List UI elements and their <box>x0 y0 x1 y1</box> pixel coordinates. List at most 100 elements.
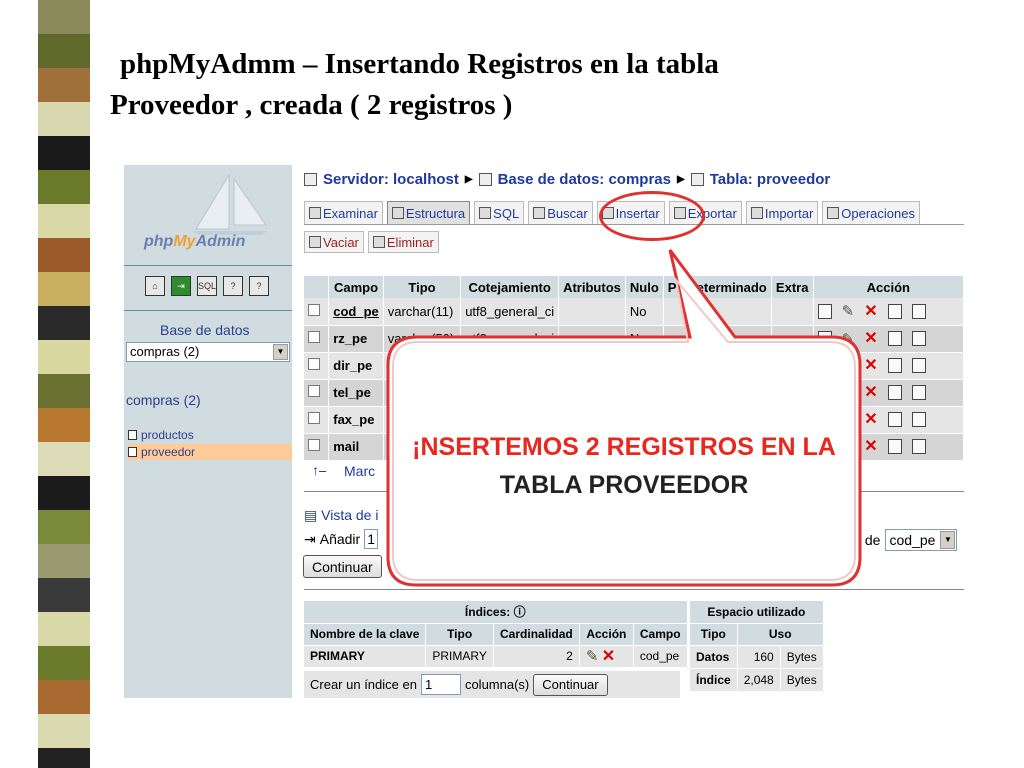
breadcrumb-table[interactable]: Tabla: proveedor <box>710 171 831 188</box>
tab-importar[interactable]: Importar <box>745 201 819 224</box>
row-checkbox[interactable] <box>308 331 320 343</box>
tab-sql[interactable]: SQL <box>474 201 525 224</box>
unique-icon[interactable] <box>911 358 926 373</box>
table-row: Índice 2,048 Bytes <box>690 668 824 692</box>
exit-icon[interactable]: ⇥ <box>171 276 191 296</box>
table-link-proveedor[interactable]: proveedor <box>128 444 292 460</box>
tab-bar-secondary: Vaciar Eliminar <box>304 231 439 253</box>
mark-all-link[interactable]: Marc <box>344 463 375 479</box>
primary-key-icon[interactable] <box>887 358 902 373</box>
primary-key-icon[interactable] <box>887 303 902 319</box>
primary-key-icon[interactable] <box>887 439 902 454</box>
database-label: Base de datos <box>160 322 250 338</box>
column-header: Acción <box>579 623 634 646</box>
sql-query-icon[interactable]: SQL <box>197 276 217 296</box>
after-field-select-value: cod_pe <box>889 532 936 548</box>
pencil-icon[interactable]: ✎ <box>586 648 599 665</box>
browse-icon[interactable] <box>817 303 832 319</box>
table-icon <box>690 173 704 186</box>
highlight-ellipse <box>599 191 705 241</box>
continue-button[interactable]: Continuar <box>303 555 382 578</box>
tab-operaciones[interactable]: Operaciones <box>822 201 920 224</box>
breadcrumb-database[interactable]: Base de datos: compras <box>498 171 671 188</box>
sailboat-logo-icon <box>192 173 268 235</box>
row-checkbox[interactable] <box>308 385 320 397</box>
row-checkbox[interactable] <box>308 412 320 424</box>
pencil-icon[interactable]: ✎ <box>842 302 855 320</box>
field-name[interactable]: dir_pe <box>328 352 384 380</box>
print-view-link[interactable]: ▤ Vista de i <box>304 507 378 524</box>
delete-icon[interactable]: ✕ <box>864 439 877 455</box>
table-header-row: Campo Tipo Cotejamiento Atributos Nulo P… <box>304 276 964 298</box>
field-name[interactable]: mail <box>328 433 384 461</box>
left-navigation: phpMyAdmin ⌂ ⇥ SQL ? ? Base de datos com… <box>124 165 292 698</box>
column-header: Uso <box>737 623 824 646</box>
row-checkbox[interactable] <box>308 439 320 451</box>
field-name[interactable]: rz_pe <box>328 325 384 353</box>
chevron-down-icon[interactable]: ▼ <box>273 344 288 360</box>
delete-icon[interactable]: ✕ <box>864 412 877 428</box>
delete-icon[interactable]: ✕ <box>864 331 877 347</box>
add-field-count-input[interactable]: 1 <box>364 529 379 549</box>
tab-buscar[interactable]: Buscar <box>528 201 593 224</box>
unique-icon[interactable] <box>911 439 926 454</box>
field-type: varchar(11) <box>383 298 462 326</box>
operations-icon <box>827 207 840 219</box>
row-checkbox-cell <box>304 325 330 353</box>
breadcrumb: Servidor: localhost ▶ Base de datos: com… <box>304 171 830 188</box>
field-name[interactable]: tel_pe <box>328 379 384 407</box>
create-index-row: Crear un índice en 1 columna(s) Continua… <box>304 671 680 698</box>
tab-examinar[interactable]: Examinar <box>304 201 383 224</box>
primary-key-icon[interactable] <box>887 412 902 427</box>
unique-icon[interactable] <box>911 412 926 427</box>
home-icon[interactable]: ⌂ <box>145 276 165 296</box>
table-icon <box>128 447 137 457</box>
row-checkbox[interactable] <box>308 358 320 370</box>
delete-icon[interactable]: ✕ <box>864 358 877 374</box>
column-header: Tipo <box>425 623 494 646</box>
table-row: PRIMARY PRIMARY 2 ✎ ✕ cod_pe <box>304 645 688 667</box>
column-header[interactable]: Campo <box>328 276 384 298</box>
chevron-down-icon[interactable]: ▼ <box>940 531 956 549</box>
breadcrumb-separator-icon: ▶ <box>676 174 685 185</box>
delete-icon[interactable]: ✕ <box>864 385 877 401</box>
index-actions: ✎ ✕ <box>579 645 634 667</box>
field-attributes <box>558 298 626 326</box>
primary-key-icon[interactable] <box>887 331 902 346</box>
tab-estructura[interactable]: Estructura <box>386 201 471 224</box>
column-header: Cardinalidad <box>493 623 580 646</box>
import-icon <box>750 207 763 219</box>
space-unit: Bytes <box>780 645 824 669</box>
field-extra <box>771 298 814 326</box>
sql-icon <box>479 207 492 219</box>
after-field-select[interactable]: cod_pe ▼ <box>885 529 958 551</box>
table-link-productos[interactable]: productos <box>128 427 194 443</box>
tab-vaciar[interactable]: Vaciar <box>304 231 364 253</box>
space-usage-table: Espacio utilizado Tipo Uso Datos 160 Byt… <box>690 601 824 692</box>
create-index-continue-button[interactable]: Continuar <box>533 673 608 696</box>
unique-icon[interactable] <box>911 385 926 400</box>
unique-icon[interactable] <box>911 331 926 346</box>
tab-label: Operaciones <box>841 205 915 221</box>
row-checkbox[interactable] <box>308 303 320 316</box>
row-checkbox-cell <box>304 433 330 461</box>
table-icon <box>128 430 137 440</box>
delete-icon[interactable]: ✕ <box>864 303 877 319</box>
unique-icon[interactable] <box>911 303 926 319</box>
field-name[interactable]: cod_pe <box>328 298 384 326</box>
phpmyadmin-logo[interactable]: phpMyAdmin <box>144 233 245 251</box>
space-value: 160 <box>737 645 781 669</box>
primary-key-icon[interactable] <box>887 385 902 400</box>
slide-title-line1: phpMyAdmm – Insertando Registros en la t… <box>120 48 719 80</box>
help-icon[interactable]: ⓘ <box>514 605 526 619</box>
breadcrumb-server[interactable]: Servidor: localhost <box>323 171 459 188</box>
sql-docs-icon[interactable]: ? <box>249 276 269 296</box>
delete-icon[interactable]: ✕ <box>602 648 615 665</box>
database-link[interactable]: compras (2) <box>126 392 201 408</box>
tab-eliminar[interactable]: Eliminar <box>367 231 439 253</box>
create-index-columns-input[interactable]: 1 <box>420 674 461 695</box>
callout-line1: ¡NSERTEMOS 2 REGISTROS EN LA <box>412 433 836 461</box>
field-name[interactable]: fax_pe <box>328 406 384 434</box>
database-select[interactable]: compras (2) ▼ <box>126 342 290 362</box>
help-icon[interactable]: ? <box>223 276 243 296</box>
